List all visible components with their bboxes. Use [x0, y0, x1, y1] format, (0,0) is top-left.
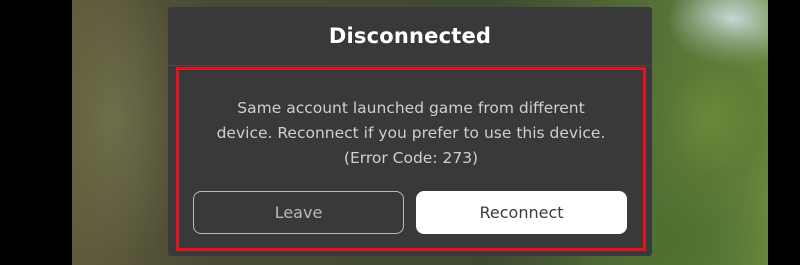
game-window: Disconnected Same account launched game …: [0, 0, 800, 265]
disconnected-dialog: Disconnected Same account launched game …: [168, 7, 652, 256]
dialog-title: Disconnected: [328, 24, 492, 48]
error-code-line: (Error Code: 273): [343, 149, 479, 167]
highlight-annotation-box: Same account launched game from differen…: [176, 67, 646, 251]
error-message-line-1: Same account launched game from differen…: [237, 99, 585, 117]
leave-button[interactable]: Leave: [193, 191, 404, 234]
reconnect-button[interactable]: Reconnect: [416, 191, 627, 234]
error-message: Same account launched game from differen…: [179, 96, 643, 171]
title-divider: [168, 65, 652, 66]
error-message-line-2: device. Reconnect if you prefer to use t…: [216, 124, 606, 142]
